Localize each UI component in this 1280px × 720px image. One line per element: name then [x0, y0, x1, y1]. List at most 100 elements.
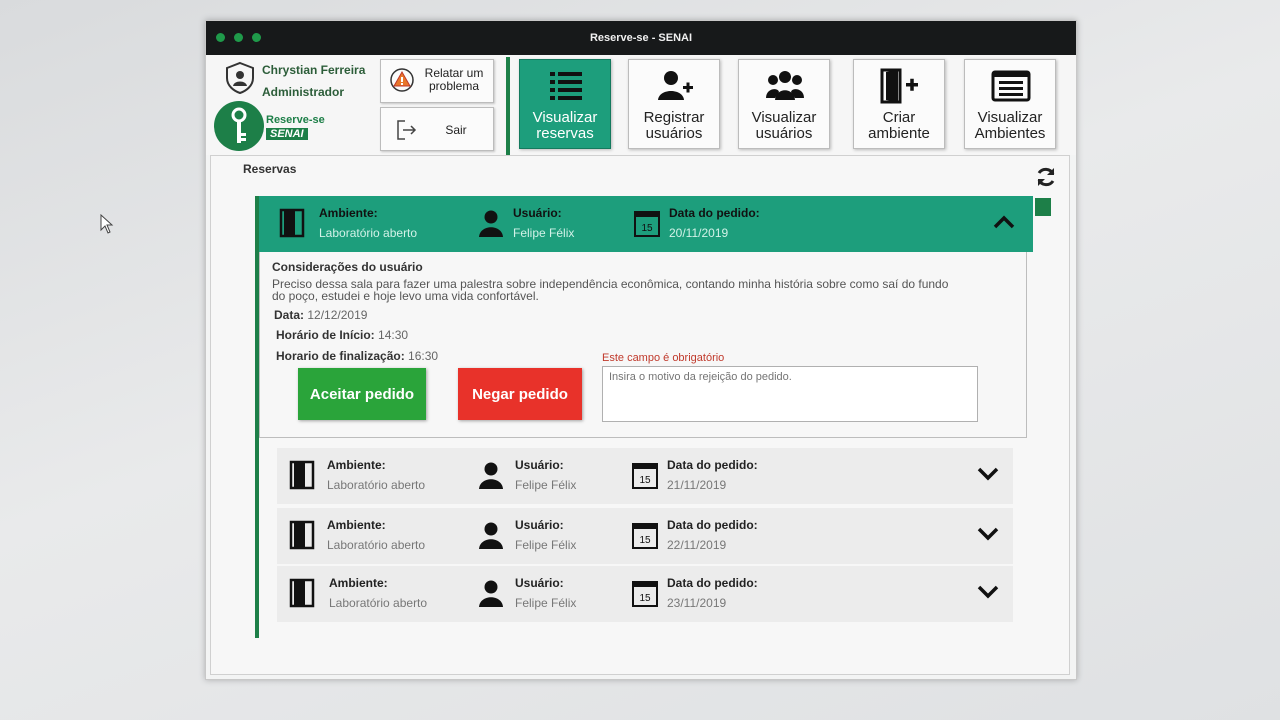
- chevron-down-icon[interactable]: [977, 526, 999, 542]
- browser-list-icon: [991, 70, 1031, 102]
- logout-icon: [397, 120, 417, 140]
- usuario-value: Felipe Félix: [515, 538, 577, 552]
- details-text: Preciso dessa sala para fazer uma palest…: [272, 277, 949, 303]
- usuario-label: Usuário:: [515, 576, 564, 590]
- refresh-icon[interactable]: [1035, 166, 1057, 188]
- chevron-down-icon[interactable]: [977, 466, 999, 482]
- required-field-message: Este campo é obrigatório: [602, 352, 725, 364]
- start-label: Horário de Início:: [276, 328, 375, 342]
- details-title: Considerações do usuário: [272, 260, 423, 274]
- report-problem-button[interactable]: Relatar um problema: [380, 59, 494, 103]
- window-controls: [216, 33, 261, 42]
- ambiente-label: Ambiente:: [319, 206, 378, 220]
- reservation-row[interactable]: Ambiente: Laboratório aberto Usuário: Fe…: [277, 448, 1013, 504]
- shield-user-icon: [226, 61, 254, 95]
- window-title: Reserve-se - SENAI: [589, 32, 693, 44]
- calendar-day: 15: [641, 223, 653, 234]
- user-icon: [479, 522, 503, 549]
- nav-register-users[interactable]: Registrar usuários: [628, 59, 720, 149]
- usuario-value: Felipe Félix: [513, 226, 575, 240]
- usuario-label: Usuário:: [513, 206, 562, 220]
- ambiente-value: Laboratório aberto: [329, 596, 428, 610]
- data-pedido-label: Data do pedido:: [669, 206, 760, 220]
- warning-icon: [390, 68, 414, 92]
- user-icon: [479, 580, 503, 607]
- user-name: Chrystian Ferreira: [262, 63, 366, 77]
- door-icon: [289, 460, 315, 490]
- title-bar: Reserve-se - SENAI: [206, 21, 1076, 55]
- nav-view-users[interactable]: Visualizar usuários: [738, 59, 830, 149]
- data-pedido-value: 23/11/2019: [667, 596, 727, 610]
- user-icon: [479, 210, 503, 237]
- add-door-icon: [880, 68, 918, 104]
- maximize-window-button[interactable]: [252, 33, 261, 42]
- ambiente-value: Laboratório aberto: [327, 538, 426, 552]
- nav-label: Visualizar usuários: [751, 109, 817, 142]
- ambiente-label: Ambiente:: [327, 458, 386, 472]
- add-user-icon: [658, 71, 693, 100]
- close-window-button[interactable]: [216, 33, 225, 42]
- ambiente-label: Ambiente:: [327, 518, 386, 532]
- end-label: Horario de finalização:: [276, 349, 405, 363]
- calendar-day: 15: [639, 593, 651, 604]
- data-pedido-label: Data do pedido:: [667, 458, 758, 472]
- calendar-icon: 15: [631, 520, 659, 550]
- data-pedido-value: 22/11/2019: [667, 538, 727, 552]
- door-icon: [279, 208, 305, 238]
- section-title: Reservas: [243, 162, 297, 176]
- header: Chrystian Ferreira Administrador Reserve…: [206, 55, 1076, 155]
- data-pedido-value: 21/11/2019: [667, 478, 727, 492]
- minimize-window-button[interactable]: [234, 33, 243, 42]
- usuario-value: Felipe Félix: [515, 596, 577, 610]
- user-icon: [479, 462, 503, 489]
- nav-view-environments[interactable]: Visualizar Ambientes: [964, 59, 1056, 149]
- logout-label: Sair: [445, 123, 467, 137]
- end-value: 16:30: [408, 349, 439, 363]
- calendar-icon: 15: [633, 208, 661, 238]
- app-window: Reserve-se - SENAI Chrystian Ferreira Ad…: [205, 20, 1077, 680]
- list-icon: [550, 72, 582, 100]
- reservation-details: Considerações do usuário Preciso dessa s…: [259, 252, 1027, 438]
- report-problem-label: Relatar um problema: [424, 66, 484, 93]
- usuario-label: Usuário:: [515, 518, 564, 532]
- chevron-up-icon[interactable]: [993, 214, 1015, 230]
- reservations-panel: Reservas Ambiente: Laboratório aberto Us…: [210, 155, 1070, 675]
- users-icon: [766, 71, 804, 100]
- logout-button[interactable]: Sair: [380, 107, 494, 151]
- nav-label: Registrar usuários: [643, 109, 705, 142]
- rejection-reason-input[interactable]: [602, 366, 978, 422]
- nav-view-reservations[interactable]: Visualizar reservas: [519, 59, 611, 149]
- calendar-day: 15: [639, 535, 651, 546]
- start-value: 14:30: [378, 328, 409, 342]
- scrollbar-thumb[interactable]: [1035, 198, 1051, 216]
- reservation-row[interactable]: Ambiente: Laboratório aberto Usuário: Fe…: [277, 566, 1013, 622]
- accept-request-button[interactable]: Aceitar pedido: [298, 368, 426, 420]
- calendar-icon: 15: [631, 578, 659, 608]
- nav-label: Criar ambiente: [868, 109, 930, 142]
- user-info: Chrystian Ferreira Administrador Reserve…: [214, 59, 380, 155]
- logo-text: Reserve-se: [266, 114, 325, 126]
- mouse-pointer-icon: [100, 214, 114, 234]
- date-value: 12/12/2019: [307, 308, 368, 322]
- door-icon: [289, 520, 315, 550]
- nav-create-environment[interactable]: Criar ambiente: [853, 59, 945, 149]
- ambiente-value: Laboratório aberto: [327, 478, 426, 492]
- deny-request-button[interactable]: Negar pedido: [458, 368, 582, 420]
- logo-key-icon: [214, 101, 264, 151]
- usuario-value: Felipe Félix: [515, 478, 577, 492]
- door-icon: [289, 578, 315, 608]
- nav-divider: [506, 57, 510, 155]
- date-line: Data: 12/12/2019: [274, 308, 367, 322]
- start-line: Horário de Início: 14:30: [276, 328, 408, 342]
- data-pedido-value: 20/11/2019: [669, 226, 729, 240]
- end-line: Horario de finalização: 16:30: [276, 349, 438, 363]
- nav-label: Visualizar reservas: [532, 109, 598, 142]
- ambiente-value: Laboratório aberto: [319, 226, 418, 240]
- calendar-icon: 15: [631, 460, 659, 490]
- reservation-row-expanded[interactable]: Ambiente: Laboratório aberto Usuário: Fe…: [259, 196, 1033, 252]
- chevron-down-icon[interactable]: [977, 584, 999, 600]
- data-pedido-label: Data do pedido:: [667, 576, 758, 590]
- reservation-row[interactable]: Ambiente: Laboratório aberto Usuário: Fe…: [277, 508, 1013, 564]
- ambiente-label: Ambiente:: [329, 576, 388, 590]
- logo-senai: SENAI: [266, 128, 308, 140]
